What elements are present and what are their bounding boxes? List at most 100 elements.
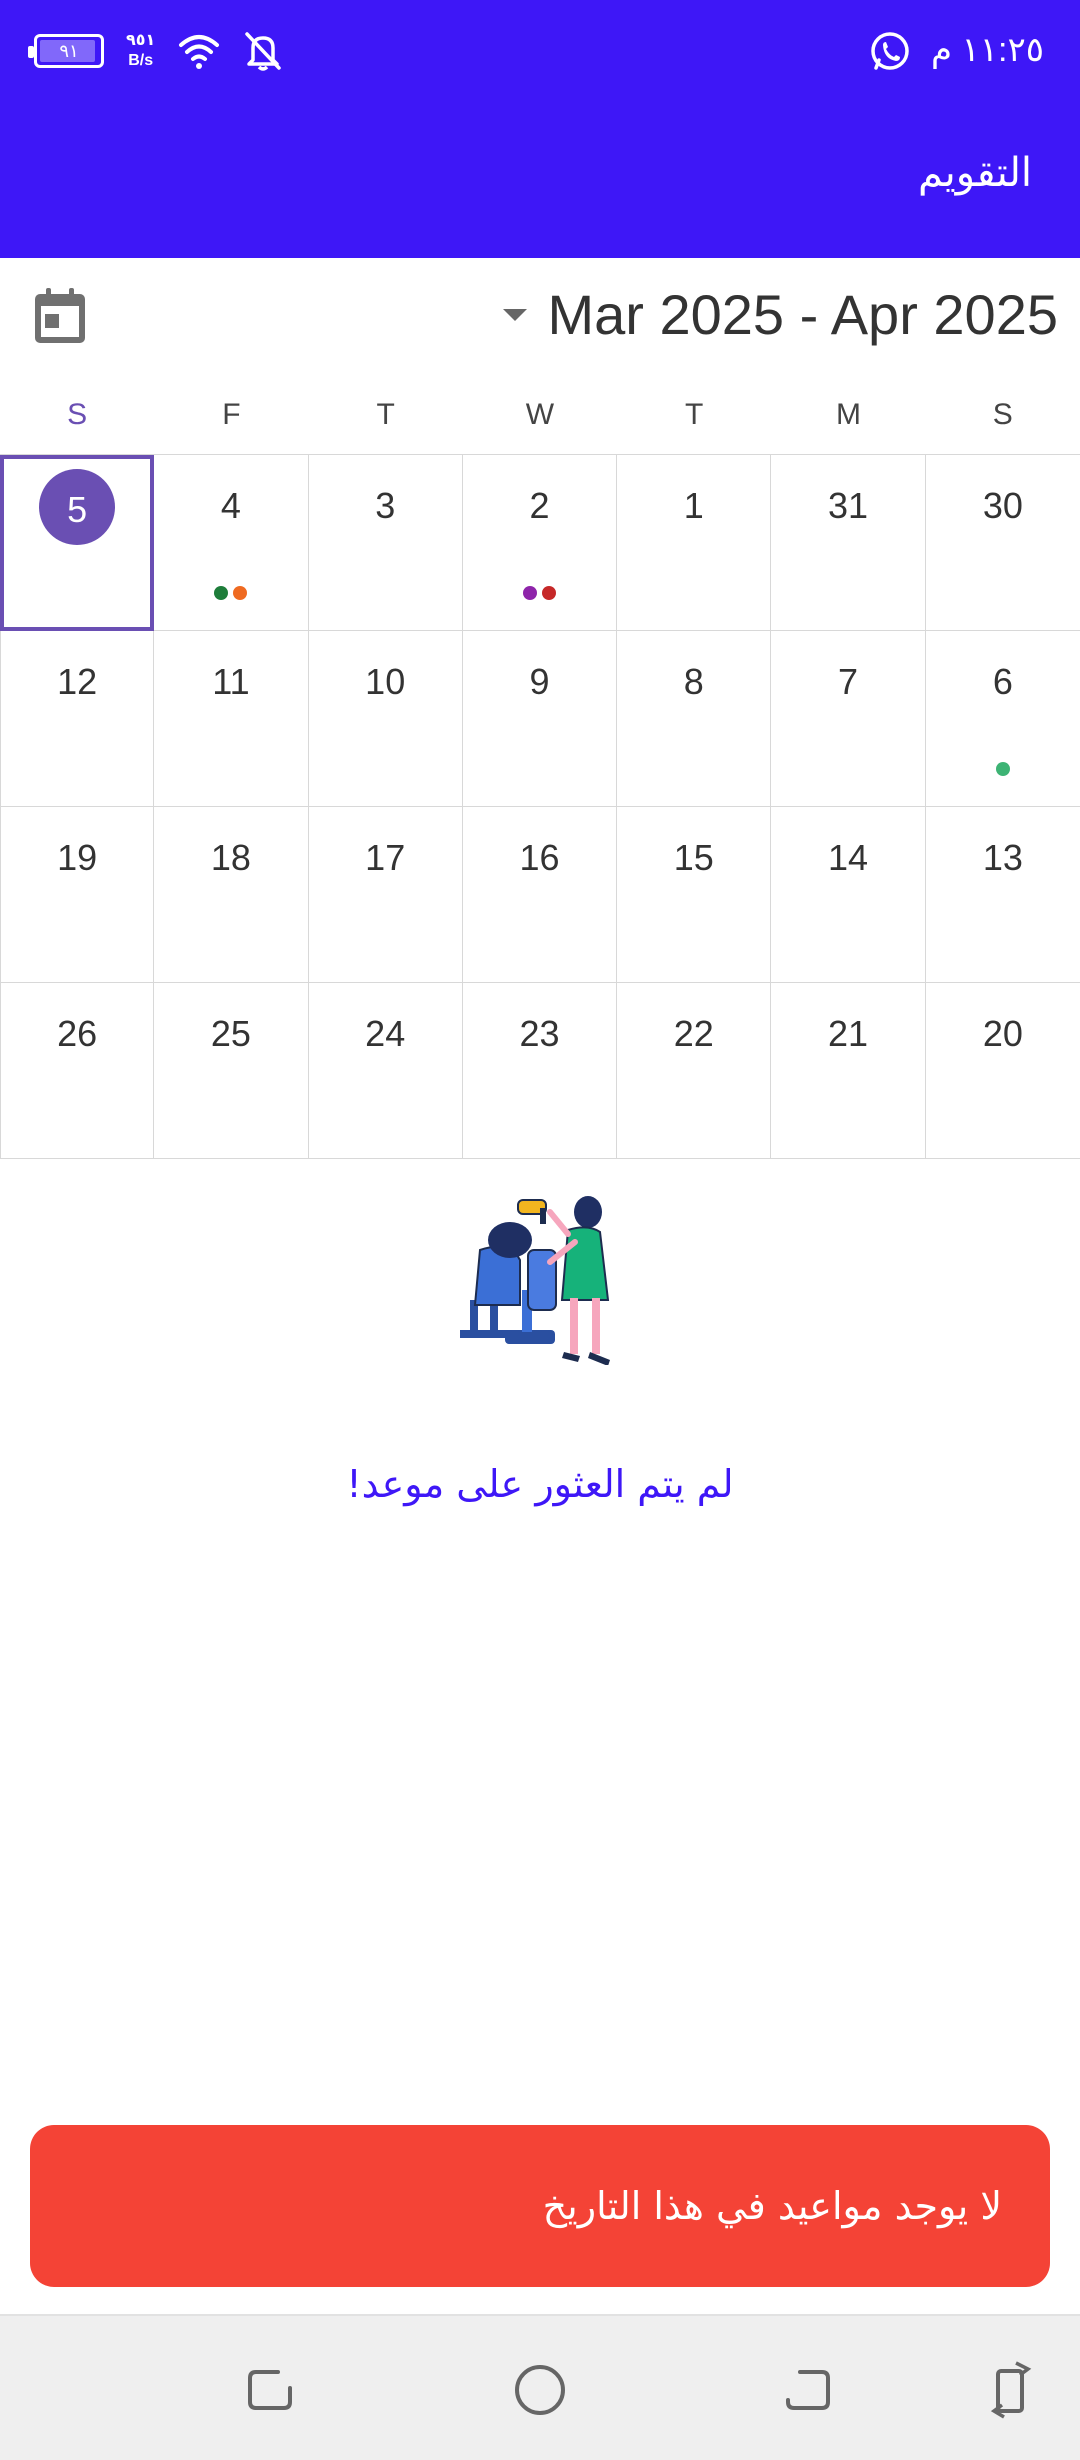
empty-state-message: لم يتم العثور على موعد!: [346, 1462, 734, 1506]
day-number: 18: [210, 837, 251, 878]
wifi-icon: [179, 35, 220, 69]
event-dot: [541, 586, 556, 600]
event-dots: [154, 586, 307, 600]
calendar-icon[interactable]: [32, 286, 88, 346]
hairdresser-illustration: [460, 1196, 610, 1365]
net-speed-unit: B/s: [128, 52, 154, 69]
month-range-label: Mar 2025 - Apr 2025: [547, 283, 1058, 346]
event-dot: [995, 762, 1010, 776]
day-cell[interactable]: 12: [0, 631, 155, 807]
day-number: 21: [828, 1013, 869, 1054]
day-cell[interactable]: 11: [154, 631, 309, 807]
day-number: 4: [220, 485, 241, 526]
day-number: 7: [838, 661, 859, 702]
day-number: 31: [828, 485, 869, 526]
day-number: 15: [673, 837, 714, 878]
battery-icon: ٩١: [28, 34, 104, 68]
day-cell[interactable]: 8: [617, 631, 772, 807]
day-cell[interactable]: 5: [0, 455, 155, 631]
back-icon: [786, 2370, 830, 2410]
app-header: ٩١ ٩٥١ B/s ١١:٢٥ م التقويم: [0, 0, 1080, 258]
day-number: 24: [365, 1013, 406, 1054]
weekday-label: W: [525, 398, 555, 431]
day-cell[interactable]: 25: [154, 983, 309, 1159]
day-cell[interactable]: 6: [925, 631, 1080, 807]
calendar-grid: 5 4 3 2 1 31 30 12 11 10 9 8 7 6 19 18 17 16 15 14 13 26 25 24 2…: [0, 454, 1080, 1159]
day-number: 12: [57, 661, 98, 702]
day-number: 5: [67, 489, 88, 530]
weekday-label: T: [376, 398, 395, 431]
day-number: 11: [212, 661, 250, 702]
day-cell[interactable]: 9: [462, 631, 618, 807]
day-number: 22: [673, 1013, 714, 1054]
recent-apps-icon: [248, 2370, 292, 2410]
snackbar: لا يوجد مواعيد في هذا التاريخ: [30, 2125, 1050, 2287]
home-button[interactable]: [500, 2350, 580, 2430]
day-cell[interactable]: 15: [617, 807, 772, 983]
recent-apps-button[interactable]: [230, 2350, 310, 2430]
day-cell[interactable]: 22: [617, 983, 772, 1159]
system-nav-bar: [0, 2314, 1080, 2460]
event-dot: [233, 586, 248, 600]
day-number: 20: [982, 1013, 1023, 1054]
day-cell[interactable]: 13: [925, 807, 1080, 983]
day-number: 2: [529, 485, 550, 526]
day-number: 23: [519, 1013, 560, 1054]
day-number: 9: [529, 661, 550, 702]
net-speed-value: ٩٥١: [126, 32, 156, 49]
weekday-label: S: [67, 398, 88, 431]
day-cell[interactable]: 3: [308, 455, 463, 631]
rotate-screen-button[interactable]: [972, 2350, 1052, 2430]
weekday-label: F: [222, 398, 241, 431]
month-range-selector[interactable]: Mar 2025 - Apr 2025: [503, 282, 1058, 347]
day-number: 25: [210, 1013, 251, 1054]
day-number: 8: [683, 661, 704, 702]
day-number: 3: [375, 485, 396, 526]
day-cell[interactable]: 23: [462, 983, 618, 1159]
battery-level: ٩١: [59, 40, 79, 61]
day-number: 17: [365, 837, 406, 878]
status-time: ١١:٢٥ م: [931, 31, 1044, 69]
snackbar-message: لا يوجد مواعيد في هذا التاريخ: [542, 2184, 1002, 2228]
day-cell[interactable]: 20: [925, 983, 1080, 1159]
day-cell[interactable]: 17: [308, 807, 463, 983]
day-number: 30: [982, 485, 1023, 526]
day-cell[interactable]: 7: [771, 631, 926, 807]
back-button[interactable]: [768, 2350, 848, 2430]
day-cell[interactable]: 1: [617, 455, 772, 631]
weekday-header: SFTWTMS: [0, 390, 1080, 454]
day-cell[interactable]: 10: [308, 631, 463, 807]
day-cell[interactable]: 21: [771, 983, 926, 1159]
day-number: 10: [365, 661, 406, 702]
day-cell[interactable]: 30: [925, 455, 1080, 631]
page-title: التقويم: [917, 151, 1032, 195]
status-icons-left: ٩١ ٩٥١ B/s: [28, 30, 283, 72]
weekday-label: M: [835, 398, 861, 431]
weekday-label: T: [685, 398, 704, 431]
day-cell[interactable]: 24: [308, 983, 463, 1159]
day-cell[interactable]: 16: [462, 807, 618, 983]
day-number: 19: [57, 837, 98, 878]
day-cell[interactable]: 2: [462, 455, 618, 631]
day-cell[interactable]: 19: [0, 807, 155, 983]
bell-off-icon: [245, 32, 282, 71]
event-dots: [463, 586, 616, 600]
day-cell[interactable]: 4: [154, 455, 309, 631]
event-dots: [926, 762, 1080, 776]
day-number: 14: [828, 837, 869, 878]
net-speed: ٩٥١ B/s: [126, 31, 155, 71]
day-cell[interactable]: 18: [154, 807, 309, 983]
whatsapp-icon: [871, 32, 909, 70]
event-dot: [214, 586, 229, 600]
dropdown-caret-icon: [503, 308, 528, 321]
event-dot: [522, 586, 537, 600]
day-number: 26: [57, 1013, 98, 1054]
day-cell[interactable]: 26: [0, 983, 155, 1159]
day-cell[interactable]: 14: [771, 807, 926, 983]
day-number: 13: [982, 837, 1023, 878]
day-number: 6: [992, 661, 1013, 702]
day-cell[interactable]: 31: [771, 455, 926, 631]
day-number: 16: [519, 837, 560, 878]
home-icon: [515, 2365, 565, 2415]
rotate-icon: [990, 2361, 1032, 2419]
